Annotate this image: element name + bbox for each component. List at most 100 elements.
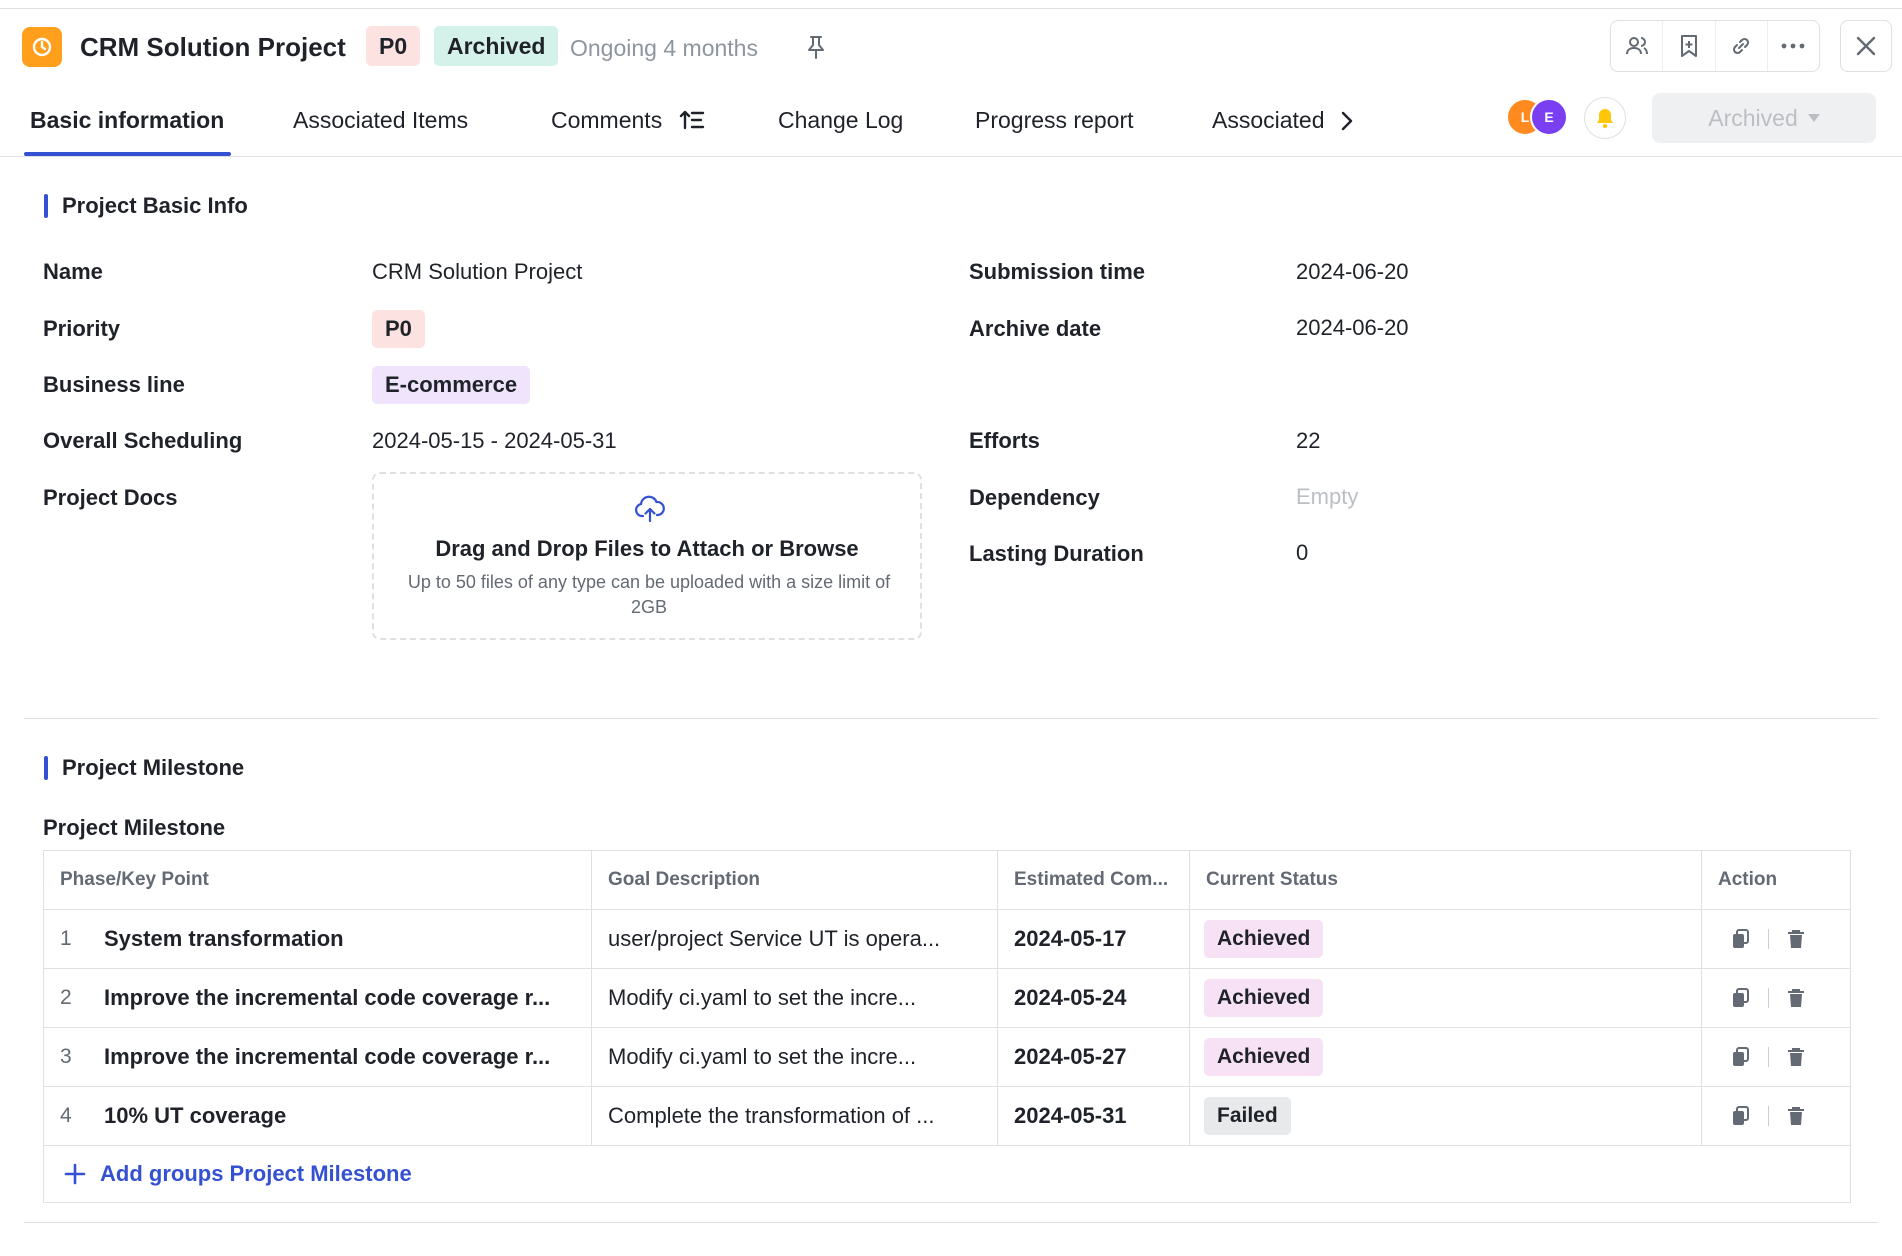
lasting-duration-label: Lasting Duration (969, 541, 1144, 566)
tab-progress-report[interactable]: Progress report (975, 105, 1134, 135)
copy-icon[interactable] (1732, 929, 1750, 949)
archive-date-label: Archive date (969, 316, 1102, 341)
status-cell[interactable]: Achieved (1190, 910, 1702, 968)
status-cell[interactable]: Achieved (1190, 969, 1702, 1027)
trash-icon[interactable] (1787, 988, 1805, 1008)
table-row[interactable]: 1 System transformation user/project Serv… (44, 910, 1850, 969)
table-header-row: Phase/Key Point Goal Description Estimat… (44, 851, 1850, 910)
scheduling-value[interactable]: 2024-05-15 - 2024-05-31 (372, 426, 617, 456)
tab-basic-information[interactable]: Basic information (30, 105, 224, 135)
scheduling-label: Overall Scheduling (43, 428, 243, 453)
upload-title: Drag and Drop Files to Attach or Browse (435, 536, 859, 561)
plus-icon (64, 1163, 86, 1185)
goal-cell[interactable]: Modify ci.yaml to set the incre... (592, 969, 998, 1027)
lasting-duration-value: 0 (1296, 540, 1309, 565)
status-chip: Achieved (1204, 1038, 1324, 1076)
archive-date-value: 2024-06-20 (1296, 315, 1409, 340)
table-row[interactable]: 2 Improve the incremental code coverage r… (44, 969, 1850, 1028)
trash-icon[interactable] (1787, 1047, 1805, 1067)
status-dropdown-value: Archived (1708, 104, 1798, 131)
members-icon (1625, 37, 1648, 55)
close-button[interactable] (1840, 20, 1892, 72)
more-button[interactable] (1768, 21, 1819, 71)
dependency-label: Dependency (969, 485, 1100, 510)
status-cell[interactable]: Achieved (1190, 1028, 1702, 1086)
phase-cell[interactable]: 1 System transformation (44, 910, 592, 968)
priority-label: Priority (43, 316, 121, 341)
column-header-status: Current Status (1190, 851, 1702, 909)
action-separator (1768, 1047, 1769, 1067)
chevron-right-icon[interactable] (1336, 107, 1358, 135)
trash-icon[interactable] (1787, 1106, 1805, 1126)
tab-bar: Basic information Associated Items Comme… (0, 81, 1902, 157)
phase-text: System transformation (104, 926, 344, 951)
add-milestone-label: Add groups Project Milestone (100, 1161, 412, 1186)
estimated-cell[interactable]: 2024-05-27 (998, 1028, 1190, 1086)
phase-cell[interactable]: 2 Improve the incremental code coverage r… (44, 969, 592, 1027)
tab-associated-items[interactable]: Associated Items (293, 105, 468, 135)
copy-icon[interactable] (1732, 1047, 1750, 1067)
tab-comments[interactable]: Comments (551, 105, 705, 135)
table-row[interactable]: 3 Improve the incremental code coverage r… (44, 1028, 1850, 1087)
bookmark-icon (1680, 35, 1697, 57)
tab-change-log[interactable]: Change Log (778, 105, 903, 135)
add-milestone-button[interactable]: Add groups Project Milestone (44, 1146, 1850, 1202)
milestone-table-title: Project Milestone (43, 815, 226, 840)
copy-icon[interactable] (1732, 988, 1750, 1008)
copy-link-button[interactable] (1716, 21, 1768, 71)
duration-text: Ongoing 4 months (570, 35, 758, 61)
project-icon (22, 27, 62, 67)
estimated-cell[interactable]: 2024-05-24 (998, 969, 1190, 1027)
sort-icon (679, 110, 704, 130)
action-cell (1702, 1028, 1852, 1086)
action-cell (1702, 969, 1852, 1027)
action-cell (1702, 1087, 1852, 1145)
tab-associated[interactable]: Associated (1212, 105, 1332, 135)
members-button[interactable] (1611, 21, 1664, 71)
estimated-cell[interactable]: 2024-05-31 (998, 1087, 1190, 1145)
efforts-label: Efforts (969, 428, 1040, 453)
row-number: 4 (60, 1104, 72, 1127)
bottom-divider (24, 1222, 1878, 1223)
goal-cell[interactable]: Modify ci.yaml to set the incre... (592, 1028, 998, 1086)
status-chip: Failed (1204, 1097, 1291, 1135)
member-avatars[interactable]: L E (1506, 98, 1570, 138)
tab-comments-label: Comments (551, 107, 663, 133)
section-title-basic-info: Project Basic Info (44, 191, 248, 221)
goal-cell[interactable]: Complete the transformation of ... (592, 1087, 998, 1145)
project-docs-label: Project Docs (43, 485, 178, 510)
trash-icon[interactable] (1787, 929, 1805, 949)
name-value[interactable]: CRM Solution Project (372, 257, 582, 287)
cloud-upload-icon (634, 494, 666, 524)
phase-cell[interactable]: 3 Improve the incremental code coverage r… (44, 1028, 592, 1086)
section-divider (24, 718, 1878, 719)
goal-cell[interactable]: user/project Service UT is opera... (592, 910, 998, 968)
efforts-value[interactable]: 22 (1296, 426, 1320, 456)
dependency-value[interactable]: Empty (1296, 482, 1358, 512)
status-chip: Achieved (1204, 979, 1324, 1017)
action-cell (1702, 910, 1852, 968)
column-header-goal: Goal Description (592, 851, 998, 909)
priority-chip[interactable]: P0 (372, 310, 425, 348)
pin-icon[interactable] (804, 33, 828, 61)
section-title-milestone: Project Milestone (44, 753, 244, 783)
status-dropdown[interactable]: Archived (1652, 93, 1876, 143)
notification-button[interactable] (1584, 97, 1626, 139)
phase-cell[interactable]: 4 10% UT coverage (44, 1087, 592, 1145)
file-upload-dropzone[interactable]: Drag and Drop Files to Attach or Browse … (372, 472, 922, 640)
status-cell[interactable]: Failed (1190, 1087, 1702, 1145)
header-toolbar (1610, 20, 1820, 72)
phase-text: Improve the incremental code coverage r.… (104, 1044, 551, 1069)
table-row[interactable]: 4 10% UT coverage Complete the transforma… (44, 1087, 1850, 1146)
phase-text: Improve the incremental code coverage r.… (104, 985, 551, 1010)
avatar: E (1530, 98, 1568, 136)
submission-time-value: 2024-06-20 (1296, 259, 1409, 284)
bookmark-button[interactable] (1663, 21, 1716, 71)
priority-badge: P0 (366, 26, 421, 66)
estimated-cell[interactable]: 2024-05-17 (998, 910, 1190, 968)
business-line-chip[interactable]: E-commerce (372, 366, 531, 404)
copy-icon[interactable] (1732, 1106, 1750, 1126)
action-separator (1768, 988, 1769, 1008)
caret-down-icon (1807, 114, 1820, 122)
business-line-label: Business line (43, 372, 185, 397)
